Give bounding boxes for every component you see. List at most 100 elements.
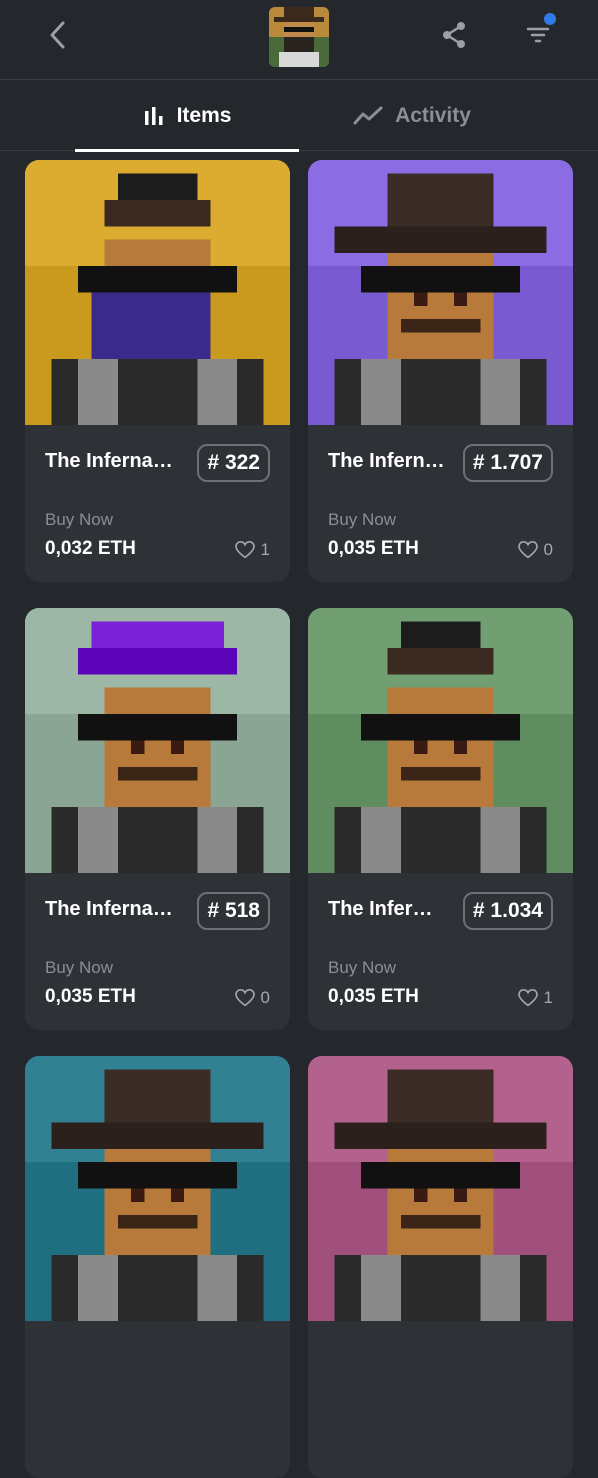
item-price: 0,032 ETH	[45, 538, 136, 559]
item-artwork	[308, 160, 573, 425]
item-sale-status: Buy Now	[328, 958, 397, 977]
item-artwork	[308, 1056, 573, 1321]
sunglasses	[361, 1162, 520, 1189]
item-like-button[interactable]: 1	[517, 988, 553, 1008]
item-card[interactable]: The Infern… # 1.707 Buy Now 0,035 ETH 0	[308, 160, 573, 582]
top-app-bar	[0, 0, 598, 80]
jacket-lapel	[480, 358, 520, 425]
jacket-lapel	[480, 806, 520, 873]
pixel-portrait	[25, 1056, 290, 1321]
jacket-lapel	[78, 358, 118, 425]
nostril	[170, 740, 184, 754]
item-price: 0,035 ETH	[328, 986, 419, 1007]
jacket-lapel	[361, 358, 401, 425]
pixel-portrait	[25, 608, 290, 873]
pixel-portrait	[25, 160, 290, 425]
face	[387, 1135, 494, 1255]
bar-chart-icon	[144, 107, 163, 125]
filter-active-indicator	[544, 13, 556, 25]
pixel-portrait	[308, 608, 573, 873]
hair-shadow	[78, 647, 237, 675]
item-like-count: 0	[543, 540, 553, 559]
item-artwork	[308, 608, 573, 873]
tab-activity-label: Activity	[395, 104, 471, 127]
nostril	[414, 740, 428, 754]
jacket-lapel	[197, 806, 237, 873]
item-sale-status: Buy Now	[328, 510, 397, 529]
item-price: 0,035 ETH	[45, 986, 136, 1007]
nostril	[131, 740, 145, 754]
jacket-lapel	[197, 1254, 237, 1321]
item-card[interactable]: The Infer… # 1.034 Buy Now 0,035 ETH 1	[308, 608, 573, 1030]
pixel-portrait	[308, 1056, 573, 1321]
back-button[interactable]	[40, 17, 76, 53]
heart-icon	[234, 541, 255, 559]
item-like-count: 1	[260, 540, 270, 559]
item-sale-status: Buy Now	[45, 510, 114, 529]
item-number-badge: # 322	[197, 444, 270, 482]
item-like-button[interactable]: 1	[234, 540, 270, 560]
face	[387, 239, 494, 359]
item-like-button[interactable]: 0	[517, 540, 553, 560]
sunglasses	[361, 266, 520, 293]
hat-brim	[51, 1122, 264, 1149]
mouth	[400, 767, 481, 781]
chevron-left-icon	[50, 21, 65, 49]
item-like-button[interactable]: 0	[234, 988, 270, 1008]
avatar-image	[269, 7, 329, 67]
item-title: The Inferna…	[45, 450, 173, 472]
sunglasses	[78, 714, 237, 741]
mouth	[400, 1215, 481, 1229]
item-number-badge: # 518	[197, 892, 270, 930]
tab-bar: Items Activity	[0, 81, 598, 152]
jacket-lapel	[197, 358, 237, 425]
collection-avatar[interactable]	[269, 7, 329, 67]
tab-items-label: Items	[176, 104, 232, 127]
tab-activity[interactable]: Activity	[300, 81, 524, 151]
item-artwork	[25, 160, 290, 425]
jacket-lapel	[78, 1254, 118, 1321]
sunglasses	[361, 714, 520, 741]
hair	[387, 647, 494, 675]
item-like-count: 0	[260, 988, 270, 1007]
item-card[interactable]	[308, 1056, 573, 1478]
item-title: The Inferna…	[45, 898, 173, 920]
mouth	[117, 767, 198, 781]
item-card[interactable]: The Inferna… # 322 Buy Now 0,032 ETH 1	[25, 160, 290, 582]
heart-icon	[234, 989, 255, 1007]
hat-brim	[334, 226, 547, 253]
face	[104, 687, 211, 807]
pixel-portrait	[308, 160, 573, 425]
nostril	[453, 292, 467, 306]
mask	[91, 292, 211, 359]
item-title: The Infer…	[328, 898, 433, 920]
item-card[interactable]: The Inferna… # 518 Buy Now 0,035 ETH 0	[25, 608, 290, 1030]
filter-button[interactable]	[518, 13, 558, 53]
item-sale-status: Buy Now	[45, 958, 114, 977]
hair	[104, 199, 211, 227]
jacket-lapel	[361, 806, 401, 873]
share-icon	[443, 22, 465, 48]
tab-items[interactable]: Items	[75, 81, 299, 152]
item-artwork	[25, 1056, 290, 1321]
share-button[interactable]	[436, 17, 472, 53]
face	[104, 1135, 211, 1255]
sunglasses	[78, 1162, 237, 1189]
item-title: The Infern…	[328, 450, 445, 472]
item-number-badge: # 1.034	[462, 892, 553, 930]
trend-line-icon	[353, 106, 383, 125]
jacket-lapel	[480, 1254, 520, 1321]
sunglasses	[78, 266, 237, 293]
jacket-lapel	[78, 806, 118, 873]
item-like-count: 1	[543, 988, 553, 1007]
item-artwork	[25, 608, 290, 873]
filter-icon	[526, 27, 550, 43]
hat-brim	[334, 1122, 547, 1149]
item-card[interactable]	[25, 1056, 290, 1478]
nostril	[453, 740, 467, 754]
item-price: 0,035 ETH	[328, 538, 419, 559]
jacket-lapel	[361, 1254, 401, 1321]
mouth	[400, 319, 481, 333]
item-number-badge: # 1.707	[462, 444, 553, 482]
mouth	[117, 1215, 198, 1229]
